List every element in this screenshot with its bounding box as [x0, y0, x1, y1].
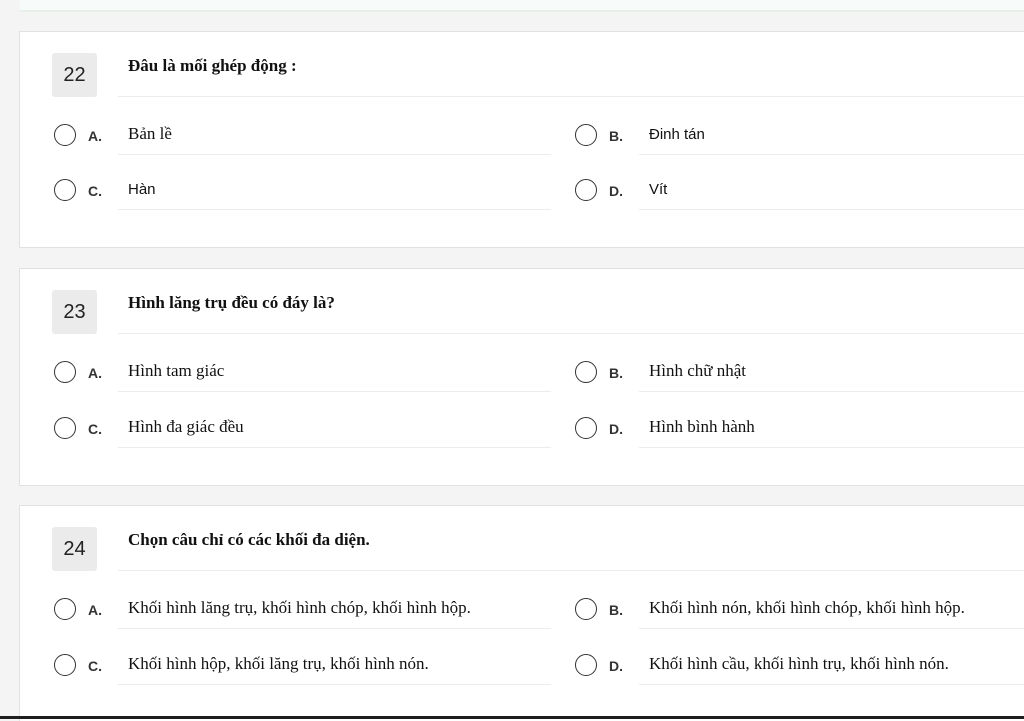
- divider: [639, 154, 1024, 155]
- option-c[interactable]: C. Khối hình hộp, khối lăng trụ, khối hì…: [54, 654, 551, 694]
- divider: [639, 628, 1024, 629]
- option-text: Vít: [649, 181, 668, 198]
- radio-button[interactable]: [575, 417, 597, 439]
- divider: [118, 209, 551, 210]
- option-letter: C.: [88, 183, 102, 199]
- option-c[interactable]: C. Hình đa giác đều: [54, 417, 551, 457]
- radio-button[interactable]: [54, 361, 76, 383]
- question-card-24: 24 Chọn câu chỉ có các khối đa diện. A. …: [19, 505, 1024, 721]
- option-d[interactable]: D. Hình bình hành: [575, 417, 1024, 457]
- option-text: Hàn: [128, 181, 156, 198]
- bottom-border: [0, 716, 1024, 719]
- option-letter: A.: [88, 128, 102, 144]
- question-card-22: 22 Đâu là mối ghép động : A. Bản lề B. Đ…: [19, 31, 1024, 248]
- option-text: Hình bình hành: [649, 417, 755, 436]
- option-letter: B.: [609, 128, 623, 144]
- option-text: Khối hình lăng trụ, khối hình chóp, khối…: [128, 598, 471, 617]
- radio-button[interactable]: [54, 598, 76, 620]
- option-text: Đinh tán: [649, 126, 705, 143]
- divider: [639, 391, 1024, 392]
- option-text: Bản lề: [128, 124, 172, 143]
- radio-button[interactable]: [575, 179, 597, 201]
- question-number: 24: [52, 527, 97, 571]
- divider: [118, 447, 551, 448]
- divider: [118, 570, 1024, 571]
- option-text: Hình đa giác đều: [128, 417, 244, 436]
- option-letter: D.: [609, 421, 623, 437]
- option-letter: B.: [609, 602, 623, 618]
- radio-button[interactable]: [575, 361, 597, 383]
- option-a[interactable]: A. Hình tam giác: [54, 361, 551, 401]
- option-d[interactable]: D. Khối hình cầu, khối hình trụ, khối hì…: [575, 654, 1024, 694]
- divider: [118, 333, 1024, 334]
- divider: [118, 628, 551, 629]
- divider: [118, 391, 551, 392]
- option-a[interactable]: A. Bản lề: [54, 124, 551, 164]
- question-text: Đâu là mối ghép động :: [128, 56, 297, 75]
- divider: [639, 447, 1024, 448]
- option-text: Khối hình hộp, khối lăng trụ, khối hình …: [128, 654, 429, 673]
- question-card-23: 23 Hình lăng trụ đều có đáy là? A. Hình …: [19, 268, 1024, 486]
- option-b[interactable]: B. Hình chữ nhật: [575, 361, 1024, 401]
- question-number: 23: [52, 290, 97, 334]
- radio-button[interactable]: [575, 124, 597, 146]
- divider: [118, 96, 1024, 97]
- question-text: Hình lăng trụ đều có đáy là?: [128, 293, 335, 312]
- option-letter: D.: [609, 183, 623, 199]
- option-letter: D.: [609, 658, 623, 674]
- radio-button[interactable]: [54, 417, 76, 439]
- divider: [118, 684, 551, 685]
- option-a[interactable]: A. Khối hình lăng trụ, khối hình chóp, k…: [54, 598, 551, 638]
- option-text: Khối hình cầu, khối hình trụ, khối hình …: [649, 654, 949, 673]
- option-text: Khối hình nón, khối hình chóp, khối hình…: [649, 598, 965, 617]
- option-letter: C.: [88, 658, 102, 674]
- option-letter: C.: [88, 421, 102, 437]
- option-letter: A.: [88, 602, 102, 618]
- option-d[interactable]: D. Vít: [575, 179, 1024, 219]
- option-letter: B.: [609, 365, 623, 381]
- divider: [639, 684, 1024, 685]
- radio-button[interactable]: [575, 654, 597, 676]
- question-text: Chọn câu chỉ có các khối đa diện.: [128, 530, 370, 549]
- option-text: Hình tam giác: [128, 361, 225, 380]
- divider: [639, 209, 1024, 210]
- divider: [118, 154, 551, 155]
- question-number: 22: [52, 53, 97, 97]
- option-letter: A.: [88, 365, 102, 381]
- radio-button[interactable]: [54, 654, 76, 676]
- option-c[interactable]: C. Hàn: [54, 179, 551, 219]
- radio-button[interactable]: [575, 598, 597, 620]
- radio-button[interactable]: [54, 124, 76, 146]
- option-b[interactable]: B. Đinh tán: [575, 124, 1024, 164]
- option-text: Hình chữ nhật: [649, 361, 747, 380]
- option-b[interactable]: B. Khối hình nón, khối hình chóp, khối h…: [575, 598, 1024, 638]
- previous-card-edge: [20, 0, 1024, 12]
- radio-button[interactable]: [54, 179, 76, 201]
